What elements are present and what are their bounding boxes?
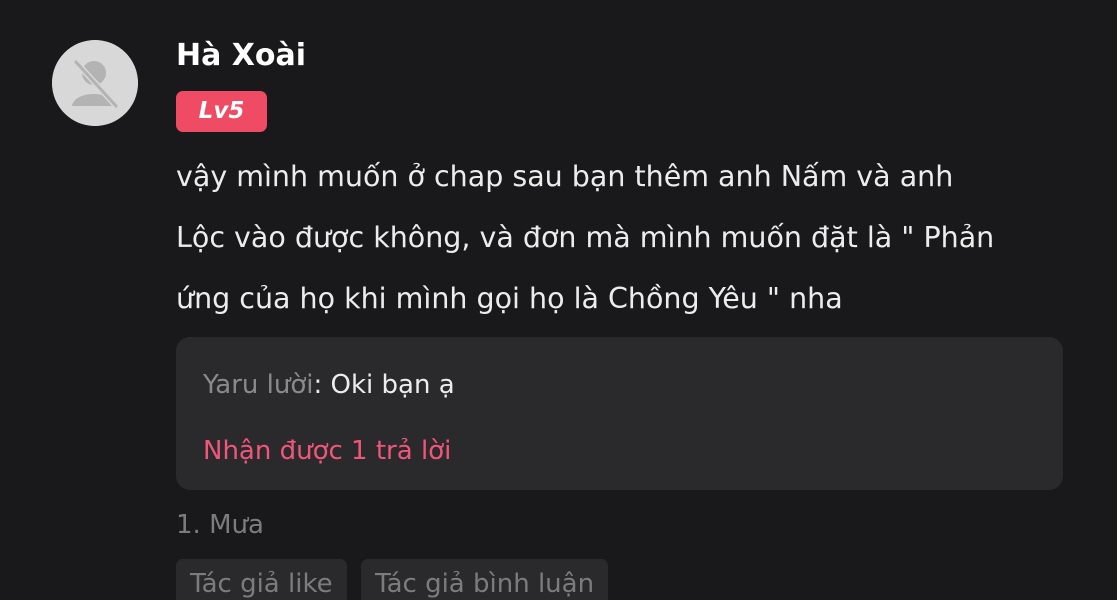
list-item: 1. Mưa xyxy=(176,510,264,540)
comment-text-line: vậy mình muốn ở chap sau bạn thêm anh Nấ… xyxy=(176,160,954,193)
reply-author[interactable]: Yaru lười xyxy=(203,370,314,400)
author-comment-tag: Tác giả bình luận xyxy=(361,559,609,600)
reply-preview-line: Yaru lười: Oki bạn ạ xyxy=(203,365,455,405)
comment-item: Hà Xoài Lv5 vậy mình muốn ở chap sau bạn… xyxy=(0,0,1117,600)
reply-preview-box[interactable]: Yaru lười: Oki bạn ạ Nhận được 1 trả lời xyxy=(176,337,1063,490)
avatar[interactable] xyxy=(52,40,138,126)
reply-text: Oki bạn ạ xyxy=(330,370,455,400)
level-badge: Lv5 xyxy=(176,91,267,132)
reply-separator: : xyxy=(313,370,331,400)
view-replies-link[interactable]: Nhận được 1 trả lời xyxy=(203,431,451,471)
comment-text-line: ứng của họ khi mình gọi họ là Chồng Yêu … xyxy=(176,282,843,315)
author-like-tag: Tác giả like xyxy=(176,559,347,600)
user-placeholder-icon xyxy=(52,40,138,126)
comment-text-line: Lộc vào được không, và đơn mà mình muốn … xyxy=(176,221,995,254)
comment-author[interactable]: Hà Xoài xyxy=(176,36,306,76)
comment-body: vậy mình muốn ở chap sau bạn thêm anh Nấ… xyxy=(176,146,1076,329)
